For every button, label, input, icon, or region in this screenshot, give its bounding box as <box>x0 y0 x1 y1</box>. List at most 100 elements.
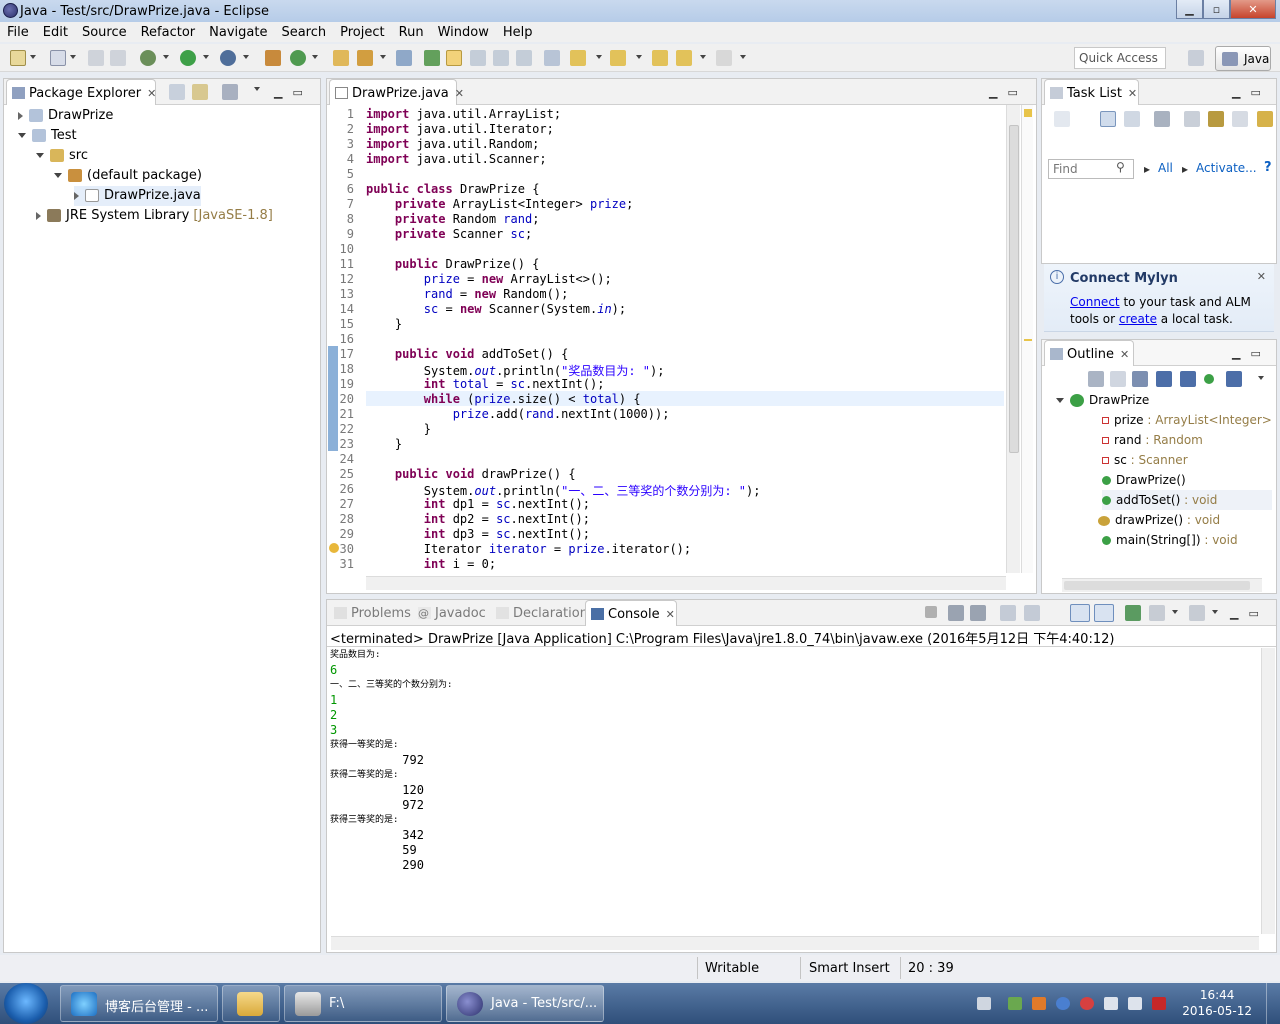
display-console-icon[interactable] <box>1149 605 1165 621</box>
tab-outline[interactable]: Outline ✕ <box>1044 340 1134 366</box>
tab-package-explorer[interactable]: Package Explorer ✕ <box>6 79 156 105</box>
hide-fields-icon[interactable] <box>1156 371 1172 387</box>
menu-navigate[interactable]: Navigate <box>202 25 274 40</box>
tree-item-default-package[interactable]: (default package) <box>54 166 202 186</box>
remove-launch-icon[interactable] <box>948 605 964 621</box>
show-on-stdout-icon[interactable] <box>1070 604 1090 622</box>
external-tools-icon[interactable] <box>220 50 236 66</box>
tree-item-drawprize-java[interactable]: DrawPrize.java <box>74 186 201 206</box>
menu-source[interactable]: Source <box>75 25 134 40</box>
tab-console[interactable]: Console ✕ <box>585 600 677 626</box>
console-horizontal-scrollbar[interactable] <box>331 936 1259 950</box>
next-annotation-icon[interactable] <box>570 50 586 66</box>
new-package-icon[interactable] <box>265 50 281 66</box>
back-icon[interactable] <box>676 50 692 66</box>
toggle-block-icon[interactable] <box>470 50 486 66</box>
close-icon[interactable]: ✕ <box>1257 270 1266 283</box>
tab-problems[interactable]: Problems <box>329 600 411 626</box>
menu-help[interactable]: Help <box>496 25 540 40</box>
taskbar-item-explorer[interactable] <box>222 985 280 1022</box>
console-vertical-scrollbar[interactable] <box>1261 648 1275 934</box>
outline-field-prize[interactable]: prize : ArrayList<Integer> <box>1102 410 1272 430</box>
outline-field-rand[interactable]: rand : Random <box>1102 430 1203 450</box>
menu-search[interactable]: Search <box>274 25 333 40</box>
chevron-down-icon[interactable] <box>1212 610 1218 614</box>
editor-horizontal-scrollbar[interactable] <box>366 576 1006 590</box>
focus-task-icon[interactable] <box>222 84 238 100</box>
outline-method-addtoset[interactable]: addToSet() : void <box>1102 490 1272 510</box>
minimize-maximize-icons[interactable]: ▁▭ <box>989 86 1028 99</box>
taskbar-item-drive[interactable]: F:\ <box>284 985 442 1022</box>
close-icon[interactable]: ✕ <box>1230 0 1276 19</box>
clock[interactable]: 16:44 2016-05-12 <box>1182 987 1252 1019</box>
start-button[interactable] <box>4 983 48 1024</box>
outline-method-drawprize[interactable]: drawPrize() : void <box>1098 510 1220 530</box>
java-perspective-button[interactable]: Java <box>1215 46 1271 71</box>
toggle-mark-occurrences-icon[interactable] <box>446 50 462 66</box>
outline-constructor[interactable]: DrawPrize() <box>1102 470 1186 490</box>
new-class-icon[interactable] <box>290 50 306 66</box>
tree-item-test[interactable]: Test <box>18 126 77 146</box>
app-tray-icon[interactable] <box>1032 997 1046 1010</box>
outline-class-drawprize[interactable]: DrawPrize <box>1056 390 1149 410</box>
toggle-breadcrumb-icon[interactable] <box>493 50 509 66</box>
collapse-all-icon[interactable] <box>1110 371 1126 387</box>
tree-item-drawprize[interactable]: DrawPrize <box>18 106 113 126</box>
security-icon[interactable] <box>1080 997 1094 1010</box>
volume-icon[interactable] <box>1128 997 1142 1010</box>
new-task-icon[interactable] <box>1054 111 1070 127</box>
code-editor[interactable]: 1 import java.util.ArrayList; 2 import java… <box>330 107 1006 575</box>
editor-vertical-scrollbar[interactable] <box>1006 105 1020 573</box>
open-perspective-icon[interactable] <box>1188 50 1204 66</box>
tab-javadoc[interactable]: @ Javadoc <box>413 600 489 626</box>
network-icon[interactable] <box>1008 997 1022 1010</box>
menu-run[interactable]: Run <box>392 25 431 40</box>
menu-window[interactable]: Window <box>431 25 496 40</box>
previous-annotation-icon[interactable] <box>610 50 626 66</box>
sort-icon[interactable] <box>1132 371 1148 387</box>
view-menu-icon[interactable] <box>254 87 260 91</box>
outline-field-sc[interactable]: sc : Scanner <box>1102 450 1188 470</box>
show-desktop-button[interactable] <box>1266 983 1280 1024</box>
show-on-stderr-icon[interactable] <box>1094 604 1114 622</box>
close-icon[interactable]: ✕ <box>455 87 464 100</box>
hide-completed-icon[interactable] <box>1184 111 1200 127</box>
categorized-icon[interactable] <box>1100 111 1116 127</box>
save-all-icon[interactable] <box>110 50 126 66</box>
minimize-maximize-icons[interactable]: ▁▭ <box>274 86 313 99</box>
chevron-down-icon[interactable] <box>1172 610 1178 614</box>
adobe-icon[interactable] <box>1152 997 1166 1010</box>
run-icon[interactable] <box>180 50 196 66</box>
menu-refactor[interactable]: Refactor <box>134 25 203 40</box>
new-type-icon[interactable] <box>50 50 66 66</box>
last-edit-icon[interactable] <box>652 50 668 66</box>
close-icon[interactable]: ✕ <box>147 87 156 100</box>
search-icon[interactable] <box>396 50 412 66</box>
view-menu-icon[interactable] <box>1258 376 1264 380</box>
minimize-icon[interactable]: ▁ <box>1176 0 1203 19</box>
remove-all-terminated-icon[interactable] <box>970 605 986 621</box>
scheduled-icon[interactable] <box>1124 111 1140 127</box>
maximize-icon[interactable]: ▫ <box>1203 0 1230 19</box>
tab-drawprize-java[interactable]: DrawPrize.java ✕ <box>329 79 464 105</box>
menu-edit[interactable]: Edit <box>36 25 75 40</box>
tab-declaration[interactable]: Declaration <box>491 600 588 626</box>
tree-item-src[interactable]: src <box>36 146 88 166</box>
menu-project[interactable]: Project <box>333 25 391 40</box>
outline-method-main[interactable]: main(String[]) : void <box>1102 530 1238 550</box>
minimize-maximize-icons[interactable]: ▁▭ <box>1230 607 1269 620</box>
minimize-maximize-icons[interactable]: ▁▭ <box>1232 86 1271 99</box>
all-link[interactable]: All <box>1158 161 1173 175</box>
hide-non-public-icon[interactable] <box>1204 374 1214 384</box>
pin-console-icon[interactable] <box>1125 605 1141 621</box>
outline-horizontal-scrollbar[interactable] <box>1062 578 1262 592</box>
link-editor-icon[interactable] <box>192 84 208 100</box>
qq-icon[interactable] <box>1056 997 1070 1010</box>
quick-access-input[interactable]: Quick Access <box>1074 47 1166 69</box>
connect-link[interactable]: Connect <box>1070 295 1120 309</box>
show-all-icon[interactable] <box>1257 111 1273 127</box>
focus-icon[interactable] <box>1154 111 1170 127</box>
close-icon[interactable]: ✕ <box>1120 348 1129 361</box>
taskbar-item-eclipse[interactable]: Java - Test/src/... <box>446 985 604 1022</box>
open-console-icon[interactable] <box>1189 605 1205 621</box>
